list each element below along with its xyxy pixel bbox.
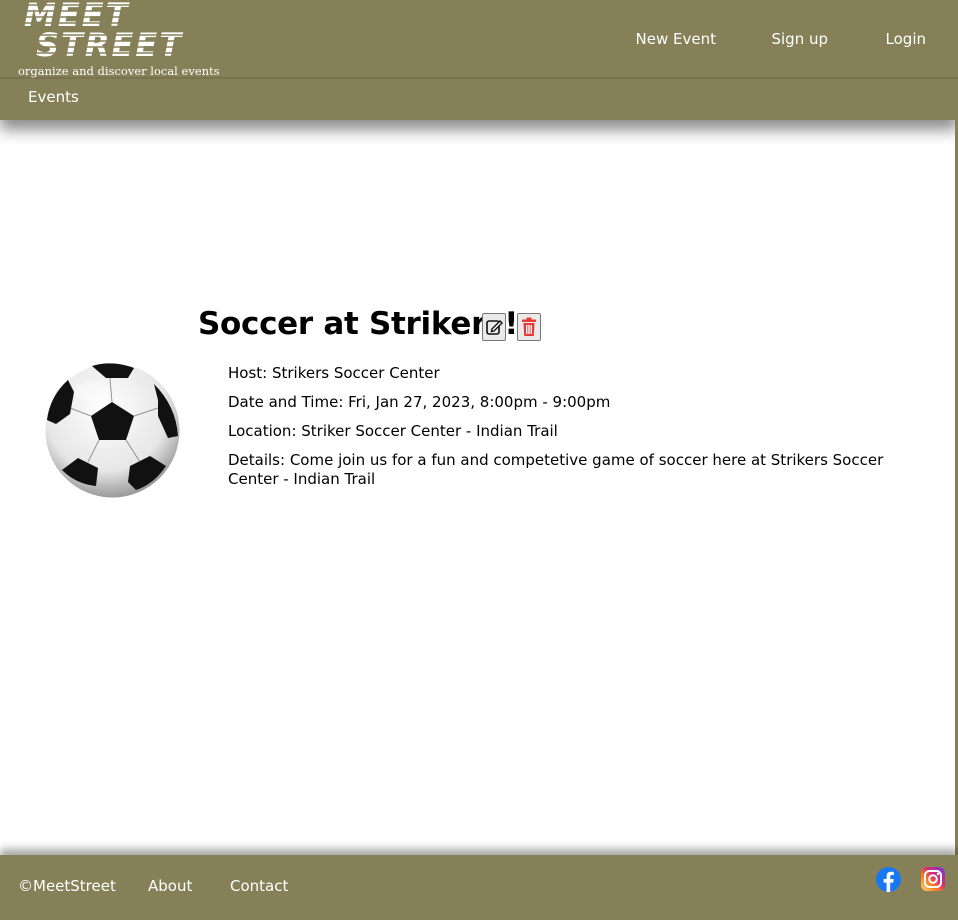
edit-icon — [486, 320, 503, 335]
logo-line-street: STREET — [36, 26, 183, 64]
top-navbar: MEET STREET organize and discover local … — [0, 0, 958, 120]
nav-new-event[interactable]: New Event — [636, 30, 716, 48]
soccer-ball-image — [45, 363, 180, 498]
footer-copyright: ©MeetStreet — [18, 877, 116, 895]
logo-tagline: organize and discover local events — [18, 64, 220, 78]
header-divider — [0, 77, 958, 79]
edit-event-button[interactable] — [482, 313, 506, 341]
footer-about-link[interactable]: About — [148, 877, 192, 895]
nav-events[interactable]: Events — [28, 88, 79, 106]
event-location: Location: Striker Soccer Center - Indian… — [228, 422, 558, 440]
event-host: Host: Strikers Soccer Center — [228, 364, 440, 382]
nav-login[interactable]: Login — [886, 30, 926, 48]
facebook-icon[interactable] — [876, 867, 901, 892]
trash-icon — [522, 317, 536, 336]
event-details: Host: Strikers Soccer Center Date and Ti… — [228, 364, 928, 499]
logo-wordmark: MEET STREET — [18, 0, 223, 64]
meetstreet-logo[interactable]: MEET STREET organize and discover local … — [18, 0, 223, 78]
event-description: Details: Come join us for a fun and comp… — [228, 451, 884, 488]
instagram-icon[interactable] — [921, 867, 945, 891]
event-title: Soccer at Strikers! — [198, 306, 519, 342]
footer-contact-link[interactable]: Contact — [230, 877, 288, 895]
delete-event-button[interactable] — [517, 313, 541, 341]
event-datetime: Date and Time: Fri, Jan 27, 2023, 8:00pm… — [228, 393, 611, 411]
nav-sign-up[interactable]: Sign up — [771, 30, 828, 48]
footer: ©MeetStreet About Contact — [0, 855, 958, 920]
